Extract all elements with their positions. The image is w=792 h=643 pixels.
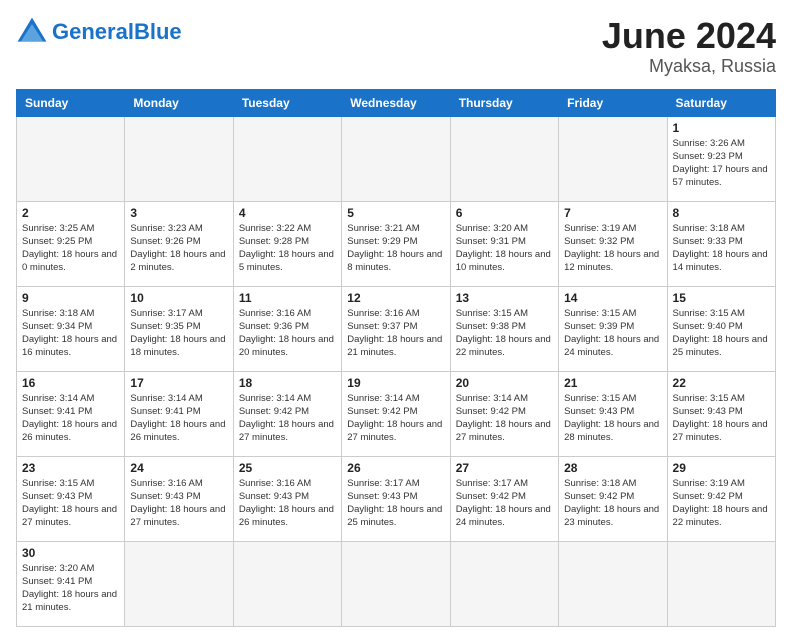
day-22: 22 Sunrise: 3:15 AMSunset: 9:43 PMDaylig… bbox=[667, 371, 775, 456]
day-26: 26 Sunrise: 3:17 AMSunset: 9:43 PMDaylig… bbox=[342, 456, 450, 541]
empty-cell bbox=[559, 541, 667, 626]
day-1: 1 Sunrise: 3:26 AM Sunset: 9:23 PM Dayli… bbox=[667, 116, 775, 201]
day-27: 27 Sunrise: 3:17 AMSunset: 9:42 PMDaylig… bbox=[450, 456, 558, 541]
logo-general: General bbox=[52, 19, 134, 44]
empty-cell bbox=[17, 116, 125, 201]
calendar-location: Myaksa, Russia bbox=[602, 56, 776, 77]
logo-text: GeneralBlue bbox=[52, 20, 182, 44]
day-9: 9 Sunrise: 3:18 AMSunset: 9:34 PMDayligh… bbox=[17, 286, 125, 371]
header-sunday: Sunday bbox=[17, 89, 125, 116]
day-24: 24 Sunrise: 3:16 AMSunset: 9:43 PMDaylig… bbox=[125, 456, 233, 541]
header-thursday: Thursday bbox=[450, 89, 558, 116]
week-row-2: 2 Sunrise: 3:25 AMSunset: 9:25 PMDayligh… bbox=[17, 201, 776, 286]
logo-icon bbox=[16, 16, 48, 48]
header-monday: Monday bbox=[125, 89, 233, 116]
empty-cell bbox=[667, 541, 775, 626]
day-4: 4 Sunrise: 3:22 AMSunset: 9:28 PMDayligh… bbox=[233, 201, 341, 286]
empty-cell bbox=[233, 116, 341, 201]
header-wednesday: Wednesday bbox=[342, 89, 450, 116]
day-11: 11 Sunrise: 3:16 AMSunset: 9:36 PMDaylig… bbox=[233, 286, 341, 371]
day-25: 25 Sunrise: 3:16 AMSunset: 9:43 PMDaylig… bbox=[233, 456, 341, 541]
day-16: 16 Sunrise: 3:14 AMSunset: 9:41 PMDaylig… bbox=[17, 371, 125, 456]
day-29: 29 Sunrise: 3:19 AMSunset: 9:42 PMDaylig… bbox=[667, 456, 775, 541]
header-saturday: Saturday bbox=[667, 89, 775, 116]
empty-cell bbox=[125, 541, 233, 626]
day-28: 28 Sunrise: 3:18 AMSunset: 9:42 PMDaylig… bbox=[559, 456, 667, 541]
logo-blue: Blue bbox=[134, 19, 182, 44]
week-row-6: 30 Sunrise: 3:20 AMSunset: 9:41 PMDaylig… bbox=[17, 541, 776, 626]
header-friday: Friday bbox=[559, 89, 667, 116]
day-8: 8 Sunrise: 3:18 AMSunset: 9:33 PMDayligh… bbox=[667, 201, 775, 286]
empty-cell bbox=[450, 541, 558, 626]
calendar-title: June 2024 bbox=[602, 16, 776, 56]
logo: GeneralBlue bbox=[16, 16, 182, 48]
header-tuesday: Tuesday bbox=[233, 89, 341, 116]
day-20: 20 Sunrise: 3:14 AMSunset: 9:42 PMDaylig… bbox=[450, 371, 558, 456]
title-block: June 2024 Myaksa, Russia bbox=[602, 16, 776, 77]
day-12: 12 Sunrise: 3:16 AMSunset: 9:37 PMDaylig… bbox=[342, 286, 450, 371]
day-2: 2 Sunrise: 3:25 AMSunset: 9:25 PMDayligh… bbox=[17, 201, 125, 286]
empty-cell bbox=[342, 541, 450, 626]
day-23: 23 Sunrise: 3:15 AMSunset: 9:43 PMDaylig… bbox=[17, 456, 125, 541]
week-row-3: 9 Sunrise: 3:18 AMSunset: 9:34 PMDayligh… bbox=[17, 286, 776, 371]
day-19: 19 Sunrise: 3:14 AMSunset: 9:42 PMDaylig… bbox=[342, 371, 450, 456]
day-17: 17 Sunrise: 3:14 AMSunset: 9:41 PMDaylig… bbox=[125, 371, 233, 456]
day-14: 14 Sunrise: 3:15 AMSunset: 9:39 PMDaylig… bbox=[559, 286, 667, 371]
week-row-4: 16 Sunrise: 3:14 AMSunset: 9:41 PMDaylig… bbox=[17, 371, 776, 456]
day-30: 30 Sunrise: 3:20 AMSunset: 9:41 PMDaylig… bbox=[17, 541, 125, 626]
day-21: 21 Sunrise: 3:15 AMSunset: 9:43 PMDaylig… bbox=[559, 371, 667, 456]
day-7: 7 Sunrise: 3:19 AMSunset: 9:32 PMDayligh… bbox=[559, 201, 667, 286]
day-5: 5 Sunrise: 3:21 AMSunset: 9:29 PMDayligh… bbox=[342, 201, 450, 286]
calendar-table: Sunday Monday Tuesday Wednesday Thursday… bbox=[16, 89, 776, 627]
week-row-1: 1 Sunrise: 3:26 AM Sunset: 9:23 PM Dayli… bbox=[17, 116, 776, 201]
empty-cell bbox=[559, 116, 667, 201]
day-3: 3 Sunrise: 3:23 AMSunset: 9:26 PMDayligh… bbox=[125, 201, 233, 286]
empty-cell bbox=[125, 116, 233, 201]
empty-cell bbox=[233, 541, 341, 626]
empty-cell bbox=[342, 116, 450, 201]
day-10: 10 Sunrise: 3:17 AMSunset: 9:35 PMDaylig… bbox=[125, 286, 233, 371]
empty-cell bbox=[450, 116, 558, 201]
day-13: 13 Sunrise: 3:15 AMSunset: 9:38 PMDaylig… bbox=[450, 286, 558, 371]
day-6: 6 Sunrise: 3:20 AMSunset: 9:31 PMDayligh… bbox=[450, 201, 558, 286]
week-row-5: 23 Sunrise: 3:15 AMSunset: 9:43 PMDaylig… bbox=[17, 456, 776, 541]
day-15: 15 Sunrise: 3:15 AMSunset: 9:40 PMDaylig… bbox=[667, 286, 775, 371]
day-18: 18 Sunrise: 3:14 AMSunset: 9:42 PMDaylig… bbox=[233, 371, 341, 456]
page-header: GeneralBlue June 2024 Myaksa, Russia bbox=[16, 16, 776, 77]
weekday-header-row: Sunday Monday Tuesday Wednesday Thursday… bbox=[17, 89, 776, 116]
